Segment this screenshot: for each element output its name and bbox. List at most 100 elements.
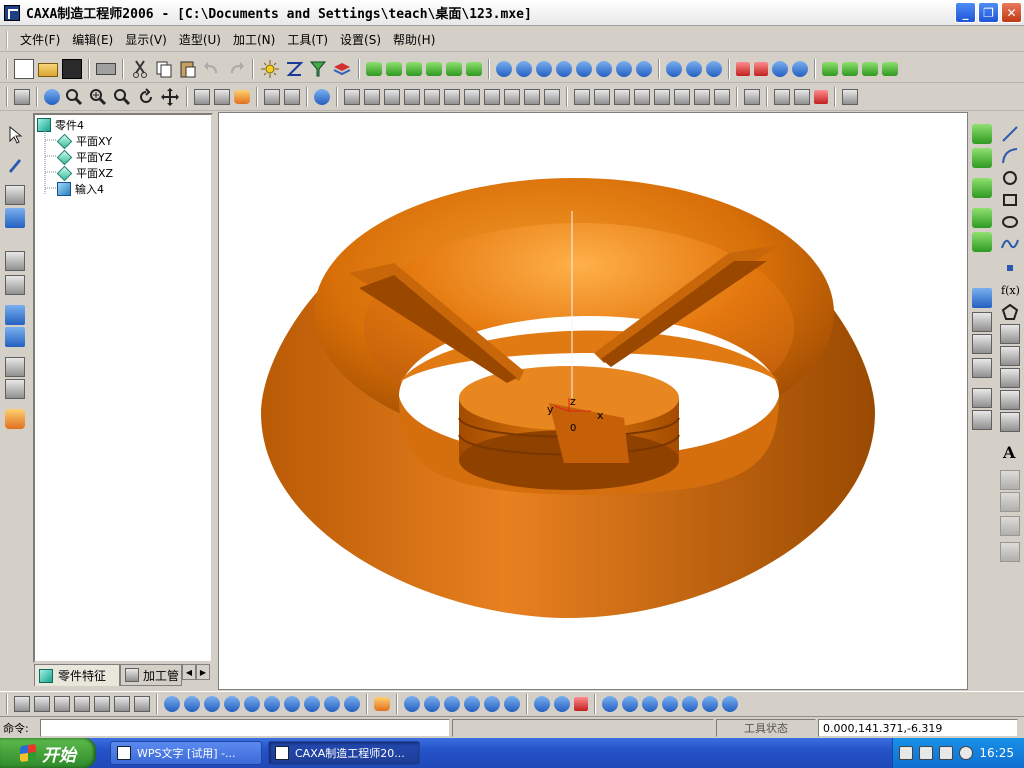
display-mode-1-icon[interactable] xyxy=(264,88,280,105)
curve-edit-7-icon[interactable] xyxy=(534,696,550,712)
display-mode-2-icon[interactable] xyxy=(284,88,300,105)
transform-1-icon[interactable] xyxy=(14,696,30,712)
spline-icon[interactable] xyxy=(1000,234,1020,254)
shaded-icon[interactable] xyxy=(234,89,250,104)
machining-tool-2-icon[interactable] xyxy=(516,60,532,77)
tray-arrow-icon[interactable] xyxy=(959,746,974,760)
projection-icon[interactable] xyxy=(1000,368,1020,388)
surface-2-icon[interactable] xyxy=(184,696,200,712)
equidistant-icon[interactable] xyxy=(1000,324,1020,344)
machining-tool-3-icon[interactable] xyxy=(536,60,552,77)
point-icon[interactable] xyxy=(1000,258,1020,278)
verify-tool-2-icon[interactable] xyxy=(842,61,858,76)
offset-icon[interactable] xyxy=(1000,390,1020,410)
curve-tool-icon[interactable] xyxy=(5,208,25,228)
machining-tool-7-icon[interactable] xyxy=(616,60,632,77)
help-icon[interactable] xyxy=(919,746,934,760)
tree-node-plane-xz[interactable]: 平面XZ xyxy=(56,165,113,181)
geom-tool-5-icon[interactable] xyxy=(972,388,992,408)
surface-4-icon[interactable] xyxy=(224,696,240,712)
surface-tool-5-icon[interactable] xyxy=(446,61,462,76)
menu-settings[interactable]: 设置(S) xyxy=(334,30,387,50)
surface-tool-4-icon[interactable] xyxy=(426,61,442,76)
edit-tool-1-icon[interactable] xyxy=(736,61,750,76)
tab-part-features[interactable]: 零件特征 xyxy=(34,664,120,686)
geom-tool-3-icon[interactable] xyxy=(972,334,992,354)
start-button[interactable]: 开始 xyxy=(0,738,96,768)
disabled-tool-4-icon[interactable] xyxy=(1000,542,1020,562)
surface-tool-1-icon[interactable] xyxy=(366,61,382,76)
curve-edit-icon[interactable] xyxy=(5,185,25,205)
mold-tool-1-icon[interactable] xyxy=(774,88,790,105)
surface-6-icon[interactable] xyxy=(264,696,280,712)
transform-tool-icon[interactable] xyxy=(744,88,760,105)
wireframe-icon[interactable] xyxy=(194,88,210,105)
measure-tool-icon[interactable] xyxy=(842,88,858,105)
scale-icon[interactable] xyxy=(5,327,25,347)
print-icon[interactable] xyxy=(96,62,116,75)
solid-tool-8-icon[interactable] xyxy=(714,88,730,105)
copy-icon[interactable] xyxy=(154,59,174,79)
taskbar-item-wps[interactable]: WPS文字 [试用] -... xyxy=(110,741,262,765)
transform-5-icon[interactable] xyxy=(94,696,110,712)
new-file-icon[interactable] xyxy=(14,58,34,79)
layer-icon[interactable] xyxy=(284,59,304,79)
volume-icon[interactable] xyxy=(939,746,954,760)
tree-node-plane-yz[interactable]: 平面YZ xyxy=(56,149,112,165)
transform-icon[interactable] xyxy=(5,251,25,271)
command-input[interactable] xyxy=(40,719,450,737)
feature-tool-5-icon[interactable] xyxy=(424,88,440,105)
zoom-dynamic-icon[interactable] xyxy=(112,87,132,107)
machining-tool-4-icon[interactable] xyxy=(556,60,572,77)
menu-view[interactable]: 显示(V) xyxy=(119,30,173,50)
menu-edit[interactable]: 编辑(E) xyxy=(66,30,119,50)
formula-curve-icon[interactable]: f(x) xyxy=(1000,280,1020,300)
fillet-icon[interactable] xyxy=(1000,346,1020,366)
surface-tool-2-icon[interactable] xyxy=(386,61,402,76)
geom-tool-6-icon[interactable] xyxy=(972,410,992,430)
verify-tool-1-icon[interactable] xyxy=(822,61,838,76)
transform-7-icon[interactable] xyxy=(134,696,150,712)
feature-tool-6-icon[interactable] xyxy=(444,88,460,105)
curve-edit-6-icon[interactable] xyxy=(504,696,520,712)
app-icon[interactable] xyxy=(4,4,20,21)
solid-tool-5-icon[interactable] xyxy=(654,88,670,105)
mirror-icon[interactable] xyxy=(5,275,25,295)
menu-machining[interactable]: 加工(N) xyxy=(227,30,281,50)
disabled-tool-2-icon[interactable] xyxy=(1000,492,1020,512)
rectangle-icon[interactable] xyxy=(1000,190,1020,210)
keyboard-icon[interactable] xyxy=(899,746,914,760)
menu-modeling[interactable]: 造型(U) xyxy=(173,30,227,50)
solid-tool-6-icon[interactable] xyxy=(674,88,690,105)
surface-edit-2-icon[interactable] xyxy=(622,696,638,712)
geom-tool-2-icon[interactable] xyxy=(972,312,992,332)
edit-tool-4-icon[interactable] xyxy=(792,60,808,77)
tab-machining-manager[interactable]: 加工管 xyxy=(120,664,182,686)
path-tool-2-icon[interactable] xyxy=(686,60,702,77)
solid-tool-4-icon[interactable] xyxy=(634,88,650,105)
light-icon[interactable] xyxy=(260,59,280,79)
solid-tool-1-icon[interactable] xyxy=(574,88,590,105)
machining-tool-8-icon[interactable] xyxy=(636,60,652,77)
save-icon[interactable] xyxy=(62,58,82,79)
surface-edit-4-icon[interactable] xyxy=(662,696,678,712)
rotate-element-icon[interactable] xyxy=(5,305,25,325)
feature-tool-2-icon[interactable] xyxy=(364,88,380,105)
select-icon[interactable] xyxy=(5,125,25,145)
solid-tool-7-icon[interactable] xyxy=(694,88,710,105)
transform-4-icon[interactable] xyxy=(74,696,90,712)
viewport-canvas[interactable]: z y x 0 xyxy=(218,112,968,690)
display-all-icon[interactable] xyxy=(44,88,60,105)
solid-icon[interactable] xyxy=(5,379,25,399)
curve-edit-8-icon[interactable] xyxy=(554,696,570,712)
transform-6-icon[interactable] xyxy=(114,696,130,712)
redo-icon[interactable] xyxy=(226,59,246,79)
disabled-tool-3-icon[interactable] xyxy=(1000,516,1020,536)
rotate-icon[interactable] xyxy=(136,87,156,107)
toolbar-grip[interactable] xyxy=(6,58,8,79)
material-icon[interactable] xyxy=(332,59,352,79)
surface-tool-3-icon[interactable] xyxy=(406,61,422,76)
solid-tool-2-icon[interactable] xyxy=(594,88,610,105)
transform-3-icon[interactable] xyxy=(54,696,70,712)
line-icon[interactable] xyxy=(1000,124,1020,144)
